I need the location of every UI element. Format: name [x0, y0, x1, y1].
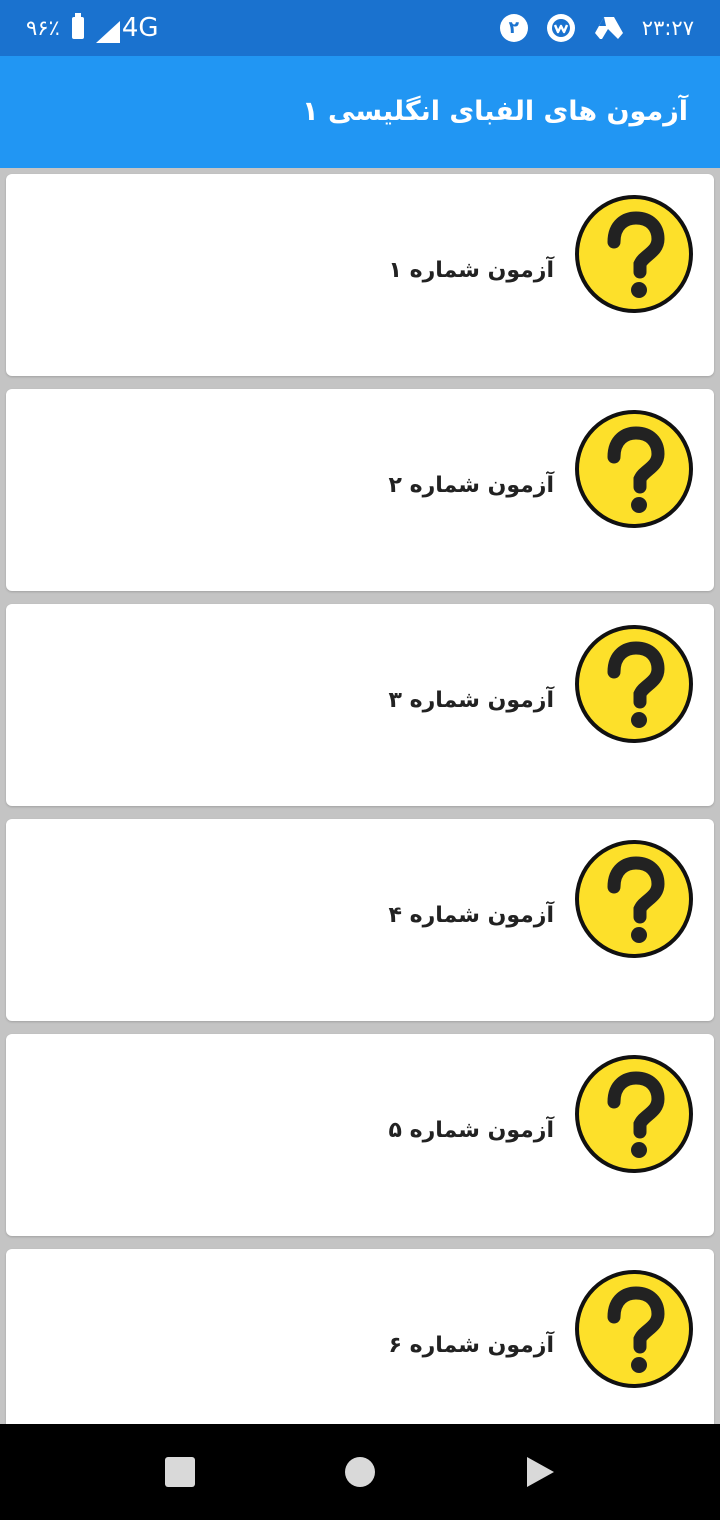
battery-icon	[71, 13, 84, 39]
quiz-item-1[interactable]: آزمون شماره ۱	[6, 174, 714, 376]
drive-icon	[594, 17, 623, 39]
question-mark-icon	[575, 410, 693, 528]
home-button[interactable]	[320, 1424, 400, 1520]
quiz-item-3[interactable]: آزمون شماره ۳	[6, 604, 714, 806]
status-left: ۹۶٪ 4G	[26, 0, 159, 56]
quiz-item-4[interactable]: آزمون شماره ۴	[6, 819, 714, 1021]
question-mark-icon	[575, 195, 693, 313]
back-icon	[527, 1457, 554, 1487]
quiz-item-label: آزمون شماره ۳	[388, 688, 554, 713]
battery-percent: ۹۶٪	[26, 16, 60, 40]
app-bar: آزمون های الفبای انگلیسی ۱	[0, 56, 720, 168]
quiz-item-5[interactable]: آزمون شماره ۵	[6, 1034, 714, 1236]
app-notification-icon	[546, 14, 575, 42]
quiz-item-label: آزمون شماره ۵	[388, 1118, 554, 1143]
question-mark-icon	[575, 1270, 693, 1388]
network-type: 4G	[121, 13, 159, 43]
recents-button[interactable]	[140, 1424, 220, 1520]
question-mark-icon	[575, 1055, 693, 1173]
page-title: آزمون های الفبای انگلیسی ۱	[302, 96, 688, 127]
quiz-item-2[interactable]: آزمون شماره ۲	[6, 389, 714, 591]
quiz-item-label: آزمون شماره ۲	[388, 473, 554, 498]
back-button[interactable]	[500, 1424, 580, 1520]
quiz-list[interactable]: آزمون شماره ۱ آزمون شماره ۲ آزمون شماره …	[0, 168, 720, 1424]
status-bar: ۹۶٪ 4G ۲ ۲۳:۲۷	[0, 0, 720, 56]
network-indicator: 4G	[95, 13, 159, 43]
question-mark-icon	[575, 625, 693, 743]
notification-badge: ۲	[499, 14, 528, 42]
signal-icon	[95, 21, 120, 43]
quiz-item-label: آزمون شماره ۶	[388, 1333, 554, 1358]
home-icon	[345, 1457, 375, 1487]
quiz-item-label: آزمون شماره ۱	[388, 258, 554, 283]
recents-icon	[165, 1457, 195, 1487]
quiz-item-label: آزمون شماره ۴	[388, 903, 554, 928]
navigation-bar	[0, 1424, 720, 1520]
status-right: ۲ ۲۳:۲۷	[499, 0, 694, 56]
clock: ۲۳:۲۷	[641, 16, 694, 40]
question-mark-icon	[575, 840, 693, 958]
quiz-item-6[interactable]: آزمون شماره ۶	[6, 1249, 714, 1424]
